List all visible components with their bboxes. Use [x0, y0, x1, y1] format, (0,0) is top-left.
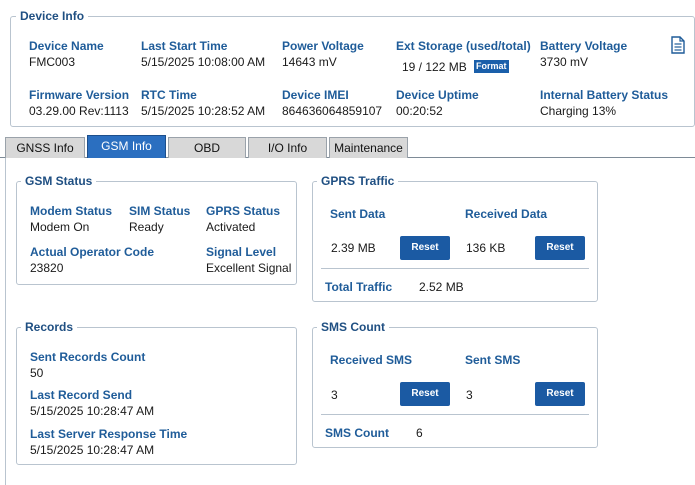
sim-status-label: SIM Status [129, 204, 191, 218]
total-traffic-label: Total Traffic [325, 280, 393, 294]
last-start-value: 5/15/2025 10:08:00 AM [141, 55, 266, 69]
operator-code-label: Actual Operator Code [30, 245, 155, 259]
power-voltage-value: 14643 mV [282, 55, 337, 69]
battery-status-label: Internal Battery Status [540, 88, 669, 102]
battery-status-value: Charging 13% [540, 104, 617, 118]
content-left-border [5, 158, 6, 485]
sent-data-label: Sent Data [330, 207, 386, 221]
received-sms-value: 3 [331, 388, 338, 402]
power-voltage-label: Power Voltage [282, 39, 364, 53]
gprs-status-label: GPRS Status [206, 204, 281, 218]
last-server-response-label: Last Server Response Time [30, 427, 188, 441]
sent-records-count-value: 50 [30, 366, 44, 380]
reset-received-data-button[interactable]: Reset [535, 236, 585, 260]
signal-level-label: Signal Level [206, 245, 277, 259]
firmware-value: 03.29.00 Rev:1113 [29, 104, 129, 118]
ext-storage-value: 19 / 122 MB [402, 60, 467, 74]
uptime-value: 00:20:52 [396, 104, 443, 118]
gsm-status-title: GSM Status [21, 174, 97, 188]
sim-status-value: Ready [129, 220, 164, 234]
records-title: Records [21, 320, 78, 334]
sms-divider [321, 414, 589, 415]
gprs-divider [321, 268, 589, 269]
rtc-label: RTC Time [141, 88, 197, 102]
device-name-value: FMC003 [29, 55, 76, 69]
tab-io-info[interactable]: I/O Info [248, 137, 327, 158]
received-data-value: 136 KB [466, 241, 506, 255]
tab-obd[interactable]: OBD [168, 137, 246, 158]
battery-voltage-label: Battery Voltage [540, 39, 628, 53]
tab-gnss-info[interactable]: GNSS Info [5, 137, 85, 158]
last-start-label: Last Start Time [141, 39, 228, 53]
sms-total-label: SMS Count [325, 426, 389, 440]
gprs-status-value: Activated [206, 220, 256, 234]
operator-code-value: 23820 [30, 261, 64, 275]
ext-storage-label: Ext Storage (used/total) [396, 39, 531, 53]
last-server-response-value: 5/15/2025 10:28:47 AM [30, 443, 155, 457]
reset-sent-data-button[interactable]: Reset [400, 236, 450, 260]
format-button[interactable]: Format [474, 60, 509, 73]
last-record-send-value: 5/15/2025 10:28:47 AM [30, 404, 155, 418]
device-info-title: Device Info [16, 9, 89, 23]
rtc-value: 5/15/2025 10:28:52 AM [141, 104, 266, 118]
sms-total-value: 6 [416, 426, 423, 440]
imei-value: 864636064859107 [282, 104, 383, 118]
firmware-label: Firmware Version [29, 88, 130, 102]
signal-level-value: Excellent Signal [206, 261, 292, 275]
total-traffic-value: 2.52 MB [419, 280, 464, 294]
tab-gsm-info[interactable]: GSM Info [87, 135, 166, 158]
gprs-traffic-title: GPRS Traffic [317, 174, 399, 188]
sent-sms-label: Sent SMS [465, 353, 521, 367]
sent-data-value: 2.39 MB [331, 241, 376, 255]
battery-voltage-value: 3730 mV [540, 55, 589, 69]
modem-status-value: Modem On [30, 220, 90, 234]
reset-received-sms-button[interactable]: Reset [400, 382, 450, 406]
reset-sent-sms-button[interactable]: Reset [535, 382, 585, 406]
uptime-label: Device Uptime [396, 88, 479, 102]
imei-label: Device IMEI [282, 88, 349, 102]
tab-maintenance[interactable]: Maintenance [329, 137, 408, 158]
sms-count-title: SMS Count [317, 320, 389, 334]
last-record-send-label: Last Record Send [30, 388, 133, 402]
sent-records-count-label: Sent Records Count [30, 350, 146, 364]
device-name-label: Device Name [29, 39, 104, 53]
received-data-label: Received Data [465, 207, 548, 221]
modem-status-label: Modem Status [30, 204, 113, 218]
received-sms-label: Received SMS [330, 353, 413, 367]
document-icon[interactable] [670, 36, 686, 54]
sent-sms-value: 3 [466, 388, 473, 402]
